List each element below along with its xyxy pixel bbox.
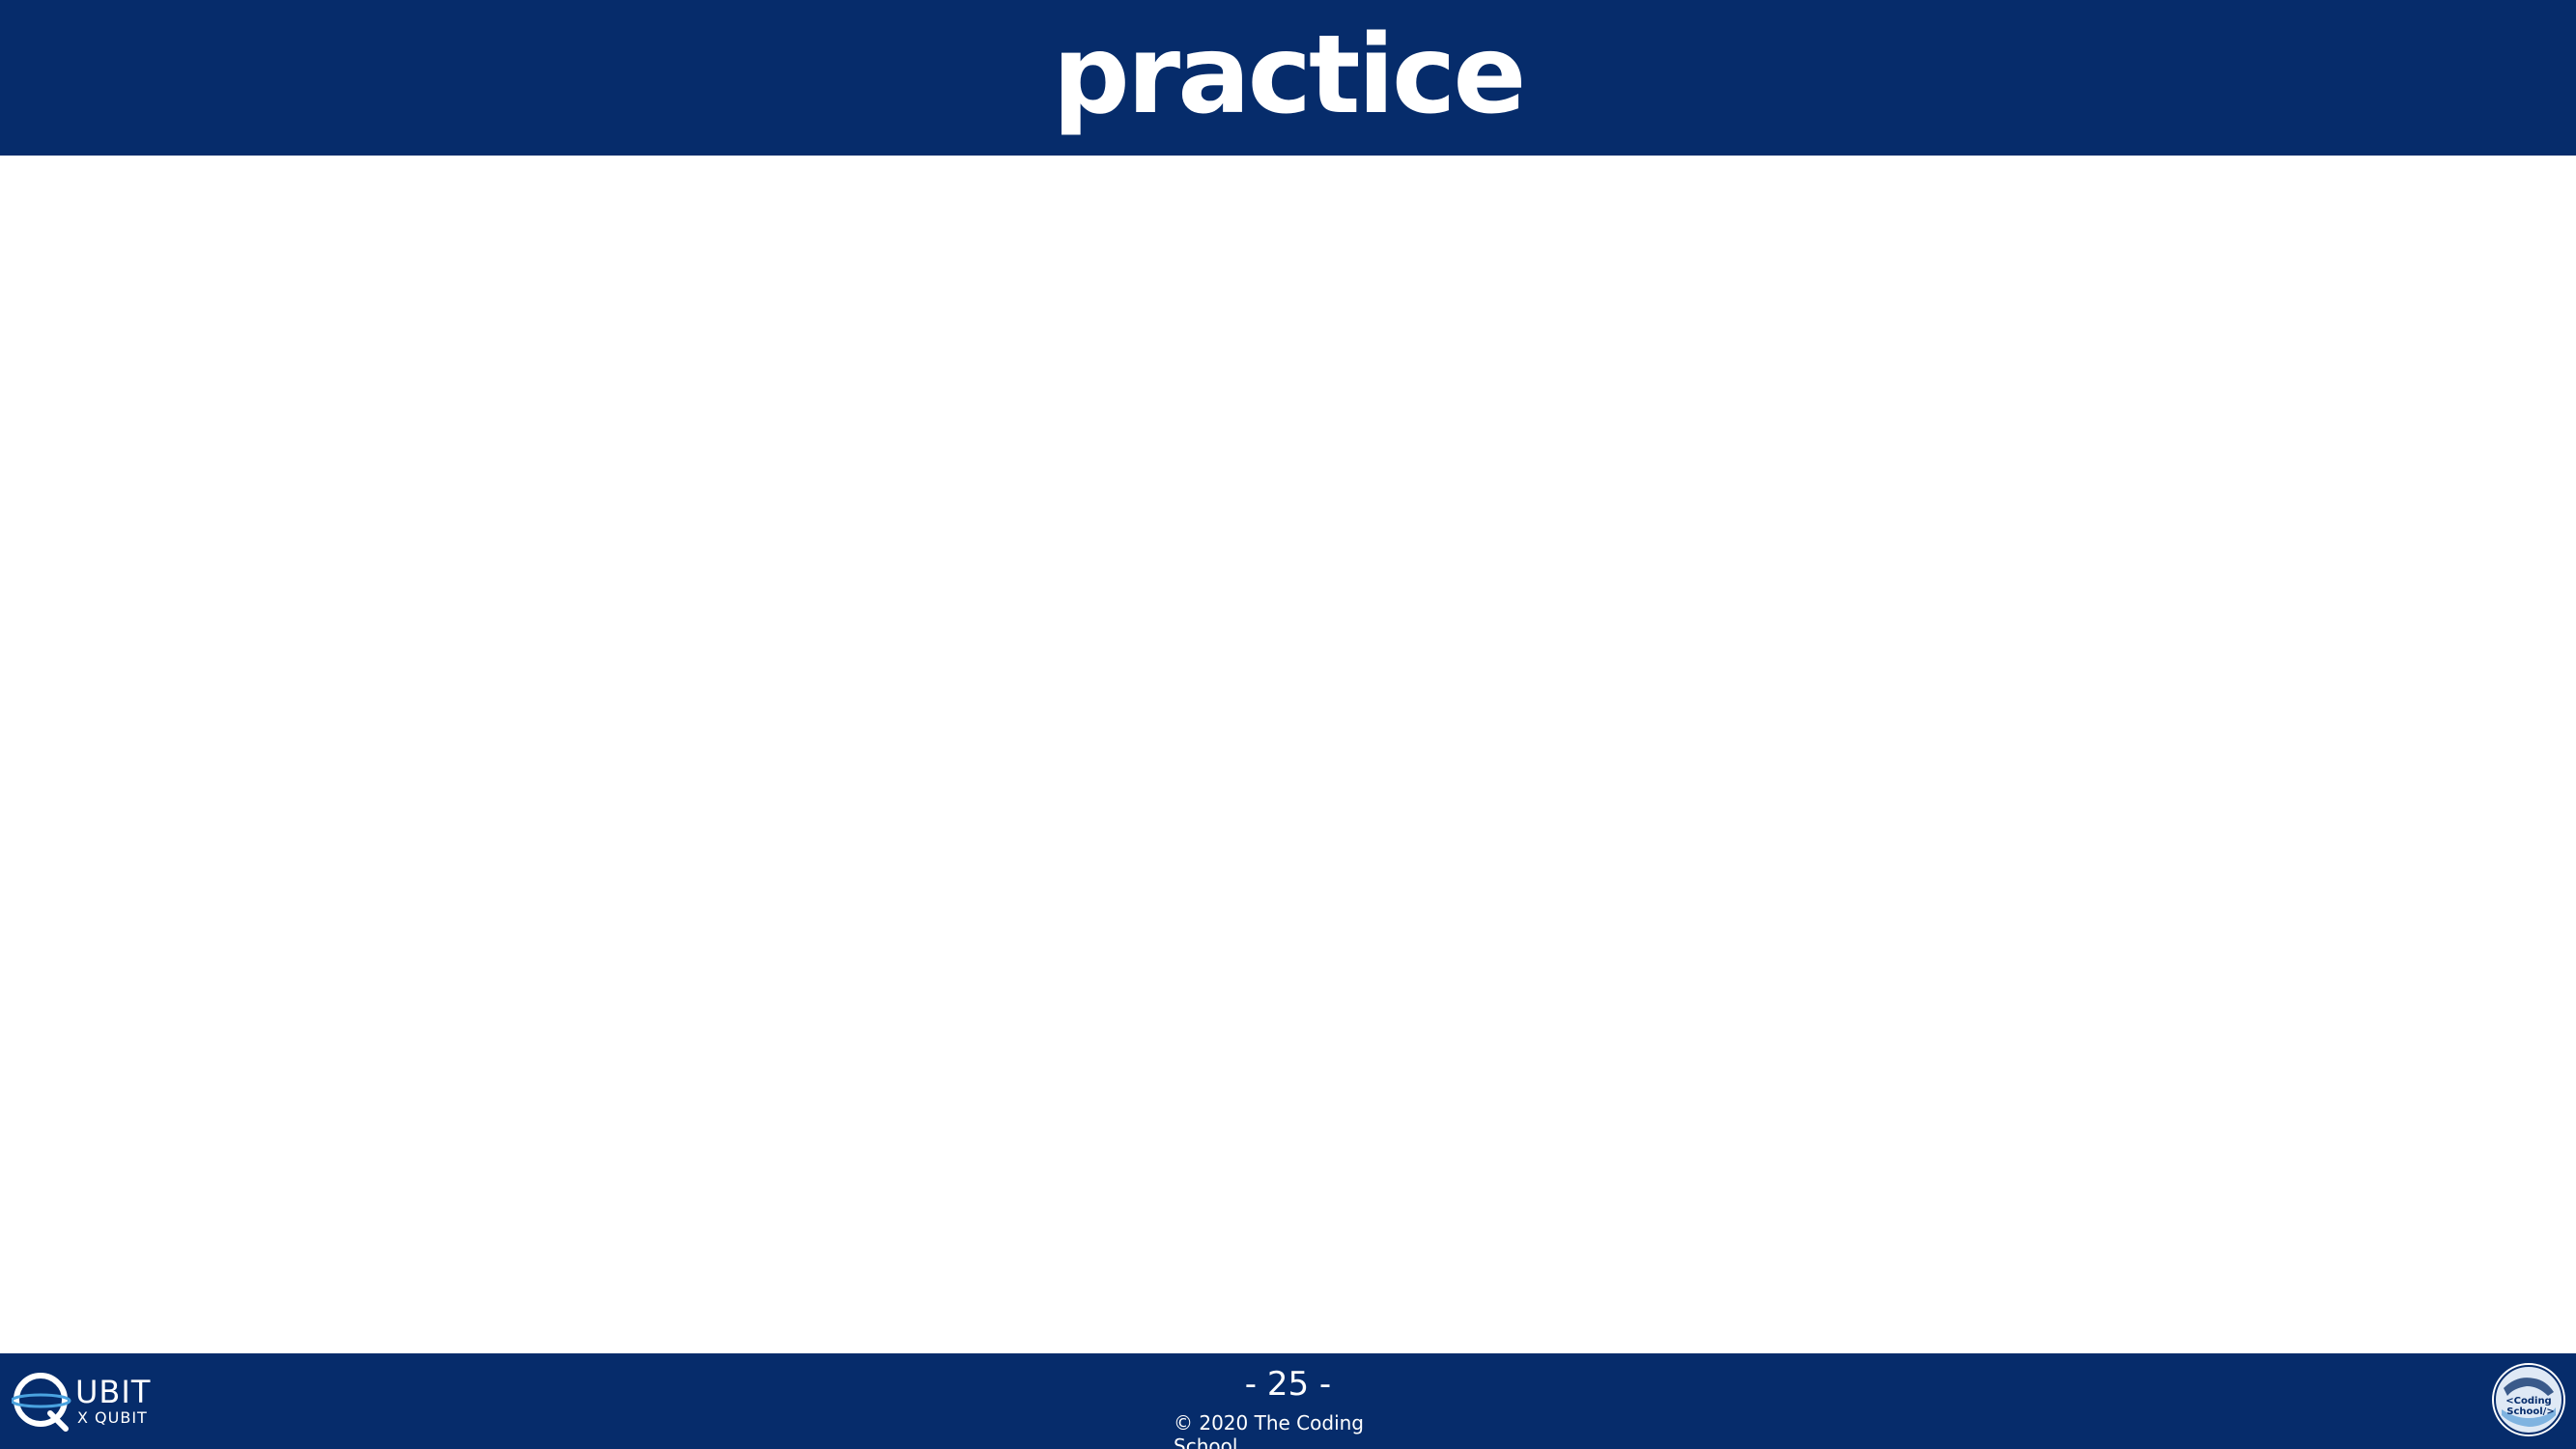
slide: practice UBIT X QUBIT - 25 - © 2020 The … [0,0,2576,1449]
title-bar: practice [0,0,2576,156]
svg-text:School/>: School/> [2506,1406,2554,1417]
page-number: - 25 - [1244,1365,1332,1404]
copyright-text: © 2020 The Coding School [1174,1411,1364,1449]
slide-title: practice [1052,12,1527,138]
coding-school-logo: <Coding School/> [2490,1361,2567,1438]
svg-text:<Coding: <Coding [2505,1396,2551,1406]
coding-school-seal-icon: <Coding School/> [2492,1363,2565,1436]
qubit-logo-sub-text: X QUBIT [77,1408,148,1427]
footer-bar: UBIT X QUBIT - 25 - © 2020 The Coding Sc… [0,1353,2576,1449]
slide-content-area [0,156,2576,1353]
